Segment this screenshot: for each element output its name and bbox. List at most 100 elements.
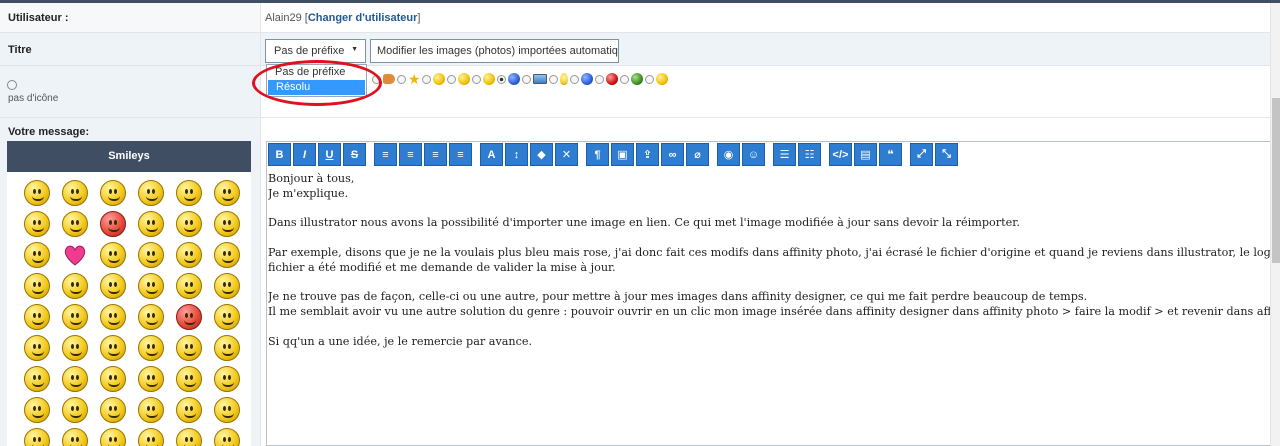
smiley-icon[interactable] [214, 180, 240, 206]
icon-radio-4[interactable] [447, 74, 456, 84]
smiley-icon[interactable] [176, 366, 202, 392]
smiley-icon[interactable] [24, 211, 50, 237]
smiley-icon[interactable] [214, 428, 240, 446]
expand-button[interactable]: ⤢ [910, 143, 933, 166]
smiley-icon[interactable] [138, 428, 164, 446]
scrollbar-thumb[interactable] [1272, 98, 1280, 263]
smiley-icon[interactable] [176, 273, 202, 299]
icon-radio-9[interactable] [570, 74, 579, 84]
smiley-icon[interactable] [214, 273, 240, 299]
smiley-icon[interactable] [62, 273, 88, 299]
icon-radio-7[interactable] [522, 74, 531, 84]
smiley-icon[interactable] [176, 397, 202, 423]
smiley-icon[interactable] [62, 180, 88, 206]
align-left-button[interactable]: ≡ [374, 143, 397, 166]
smiley-icon[interactable] [24, 180, 50, 206]
smiley-icon[interactable] [100, 335, 126, 361]
smiley-icon[interactable] [176, 242, 202, 268]
smiley-icon[interactable] [138, 304, 164, 330]
smiley-icon[interactable] [214, 304, 240, 330]
smiley-icon[interactable] [138, 397, 164, 423]
smiley-icon[interactable] [176, 304, 202, 330]
page-scrollbar[interactable] [1270, 3, 1280, 446]
remove-format-button[interactable]: ✕ [555, 143, 578, 166]
smiley-icon[interactable] [100, 180, 126, 206]
smiley-icon[interactable] [24, 304, 50, 330]
smiley-icon[interactable] [138, 335, 164, 361]
smiley-icon[interactable] [100, 242, 126, 268]
prefix-option-resolved[interactable]: Résolu [268, 80, 365, 95]
smiley-icon[interactable] [100, 304, 126, 330]
emoji-button[interactable]: ☺ [742, 143, 765, 166]
icon-radio-1[interactable] [372, 74, 381, 84]
smiley-icon[interactable] [138, 211, 164, 237]
smiley-icon[interactable] [62, 397, 88, 423]
line-height-button[interactable]: ↕ [505, 143, 528, 166]
smiley-icon[interactable] [62, 242, 88, 268]
smiley-icon[interactable] [138, 242, 164, 268]
smiley-icon[interactable] [138, 273, 164, 299]
icon-radio-5[interactable] [472, 74, 481, 84]
icon-radio-6[interactable] [497, 74, 506, 84]
smiley-icon[interactable] [24, 428, 50, 446]
change-user-link[interactable]: Changer d'utilisateur [308, 12, 418, 24]
prefix-option-none[interactable]: Pas de préfixe [267, 65, 366, 80]
font-size-button[interactable]: A [480, 143, 503, 166]
align-center-button[interactable]: ≡ [399, 143, 422, 166]
icon-radio-10[interactable] [595, 74, 604, 84]
italic-button[interactable]: I [293, 143, 316, 166]
smiley-icon[interactable] [62, 304, 88, 330]
smiley-icon[interactable] [214, 366, 240, 392]
image-button[interactable]: ▣ [611, 143, 634, 166]
unlink-button[interactable]: ⌀ [686, 143, 709, 166]
smiley-icon[interactable] [62, 428, 88, 446]
smiley-icon[interactable] [100, 428, 126, 446]
smiley-icon[interactable] [176, 335, 202, 361]
smiley-icon[interactable] [176, 211, 202, 237]
no-icon-radio[interactable] [7, 80, 17, 90]
title-input[interactable]: Modifier les images (photos) importées a… [370, 39, 619, 63]
icon-radio-12[interactable] [645, 74, 654, 84]
quote-button[interactable]: ❝ [879, 143, 902, 166]
smiley-icon[interactable] [24, 273, 50, 299]
smiley-icon[interactable] [100, 397, 126, 423]
smiley-icon[interactable] [214, 211, 240, 237]
underline-button[interactable]: U [318, 143, 341, 166]
icon-radio-3[interactable] [422, 74, 431, 84]
link-button[interactable]: ∞ [661, 143, 684, 166]
document-button[interactable]: ▤ [854, 143, 877, 166]
color-button[interactable]: ◆ [530, 143, 553, 166]
smiley-icon[interactable] [100, 211, 126, 237]
smiley-icon[interactable] [214, 397, 240, 423]
bold-button[interactable]: B [268, 143, 291, 166]
smiley-icon[interactable] [62, 366, 88, 392]
code-button[interactable]: </> [829, 143, 852, 166]
smiley-icon[interactable] [24, 242, 50, 268]
smiley-icon[interactable] [62, 335, 88, 361]
smiley-icon[interactable] [176, 180, 202, 206]
prefix-select[interactable]: Pas de préfixe ▼ [265, 39, 366, 63]
paragraph-button[interactable]: ¶ [586, 143, 609, 166]
smiley-icon[interactable] [214, 242, 240, 268]
smiley-icon[interactable] [100, 273, 126, 299]
smiley-icon[interactable] [24, 335, 50, 361]
icon-radio-8[interactable] [549, 74, 558, 84]
collapse-button[interactable]: ⤡ [935, 143, 958, 166]
bulleted-list-button[interactable]: ☰ [773, 143, 796, 166]
strikethrough-button[interactable]: S [343, 143, 366, 166]
numbered-list-button[interactable]: ☷ [798, 143, 821, 166]
smiley-icon[interactable] [176, 428, 202, 446]
upload-button[interactable]: ⇪ [636, 143, 659, 166]
smiley-icon[interactable] [214, 335, 240, 361]
smiley-icon[interactable] [62, 211, 88, 237]
camera-button[interactable]: ◉ [717, 143, 740, 166]
smiley-icon[interactable] [100, 366, 126, 392]
smiley-icon[interactable] [24, 397, 50, 423]
align-right-button[interactable]: ≡ [424, 143, 447, 166]
justify-button[interactable]: ≡ [449, 143, 472, 166]
smiley-icon[interactable] [24, 366, 50, 392]
icon-radio-2[interactable] [397, 74, 406, 84]
smiley-icon[interactable] [138, 180, 164, 206]
smiley-icon[interactable] [138, 366, 164, 392]
message-text[interactable]: Bonjour à tous, Je m'explique. Dans illust… [268, 172, 1278, 350]
